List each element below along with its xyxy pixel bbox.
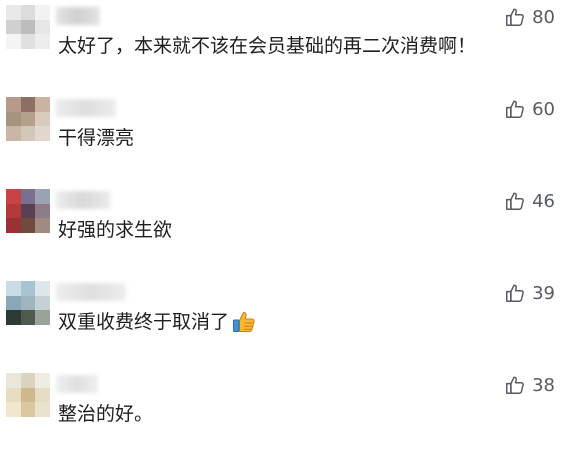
comment-item: 双重收费终于取消了 39: [0, 281, 563, 361]
like-count: 60: [532, 98, 555, 120]
thumbs-up-icon[interactable]: [504, 6, 526, 28]
comment-body: 双重收费终于取消了: [58, 311, 230, 333]
like-button[interactable]: 80: [504, 6, 555, 28]
comment-item: 太好了，本来就不该在会员基础的再二次消费啊！ 80: [0, 5, 563, 85]
comment-list: 太好了，本来就不该在会员基础的再二次消费啊！ 80 干得漂亮 60 好强的求生欲…: [0, 0, 563, 431]
comment-body: 干得漂亮: [58, 127, 135, 149]
comment-text: 干得漂亮: [58, 125, 134, 151]
like-count: 80: [532, 6, 555, 28]
comment-text: 好强的求生欲: [58, 217, 172, 243]
comment-body: 好强的求生欲: [58, 219, 173, 241]
comment-text: 太好了，本来就不该在会员基础的再二次消费啊！: [58, 33, 476, 59]
username-blurred[interactable]: [56, 191, 110, 209]
like-button[interactable]: 60: [504, 98, 555, 120]
avatar[interactable]: [6, 373, 50, 417]
like-count: 38: [532, 374, 555, 396]
comment-item: 整治的好。 38: [0, 373, 563, 453]
thumbs-up-emoji-icon: [231, 309, 257, 335]
thumbs-up-icon[interactable]: [504, 374, 526, 396]
avatar[interactable]: [6, 189, 50, 233]
like-button[interactable]: 46: [504, 190, 555, 212]
comment-text: 双重收费终于取消了: [58, 309, 257, 335]
username-blurred[interactable]: [56, 99, 116, 117]
comment-body: 太好了，本来就不该在会员基础的再二次消费啊！: [58, 35, 477, 57]
username-blurred[interactable]: [56, 7, 100, 25]
username-blurred[interactable]: [56, 375, 98, 393]
avatar[interactable]: [6, 97, 50, 141]
comment-body: 整治的好。: [58, 403, 154, 425]
thumbs-up-icon[interactable]: [504, 282, 526, 304]
thumbs-up-icon[interactable]: [504, 98, 526, 120]
like-count: 46: [532, 190, 555, 212]
comment-item: 干得漂亮 60: [0, 97, 563, 177]
avatar[interactable]: [6, 281, 50, 325]
like-button[interactable]: 39: [504, 282, 555, 304]
avatar[interactable]: [6, 5, 50, 49]
username-blurred[interactable]: [56, 283, 126, 301]
thumbs-up-icon[interactable]: [504, 190, 526, 212]
comment-text: 整治的好。: [58, 401, 153, 427]
comment-item: 好强的求生欲 46: [0, 189, 563, 269]
like-count: 39: [532, 282, 555, 304]
like-button[interactable]: 38: [504, 374, 555, 396]
